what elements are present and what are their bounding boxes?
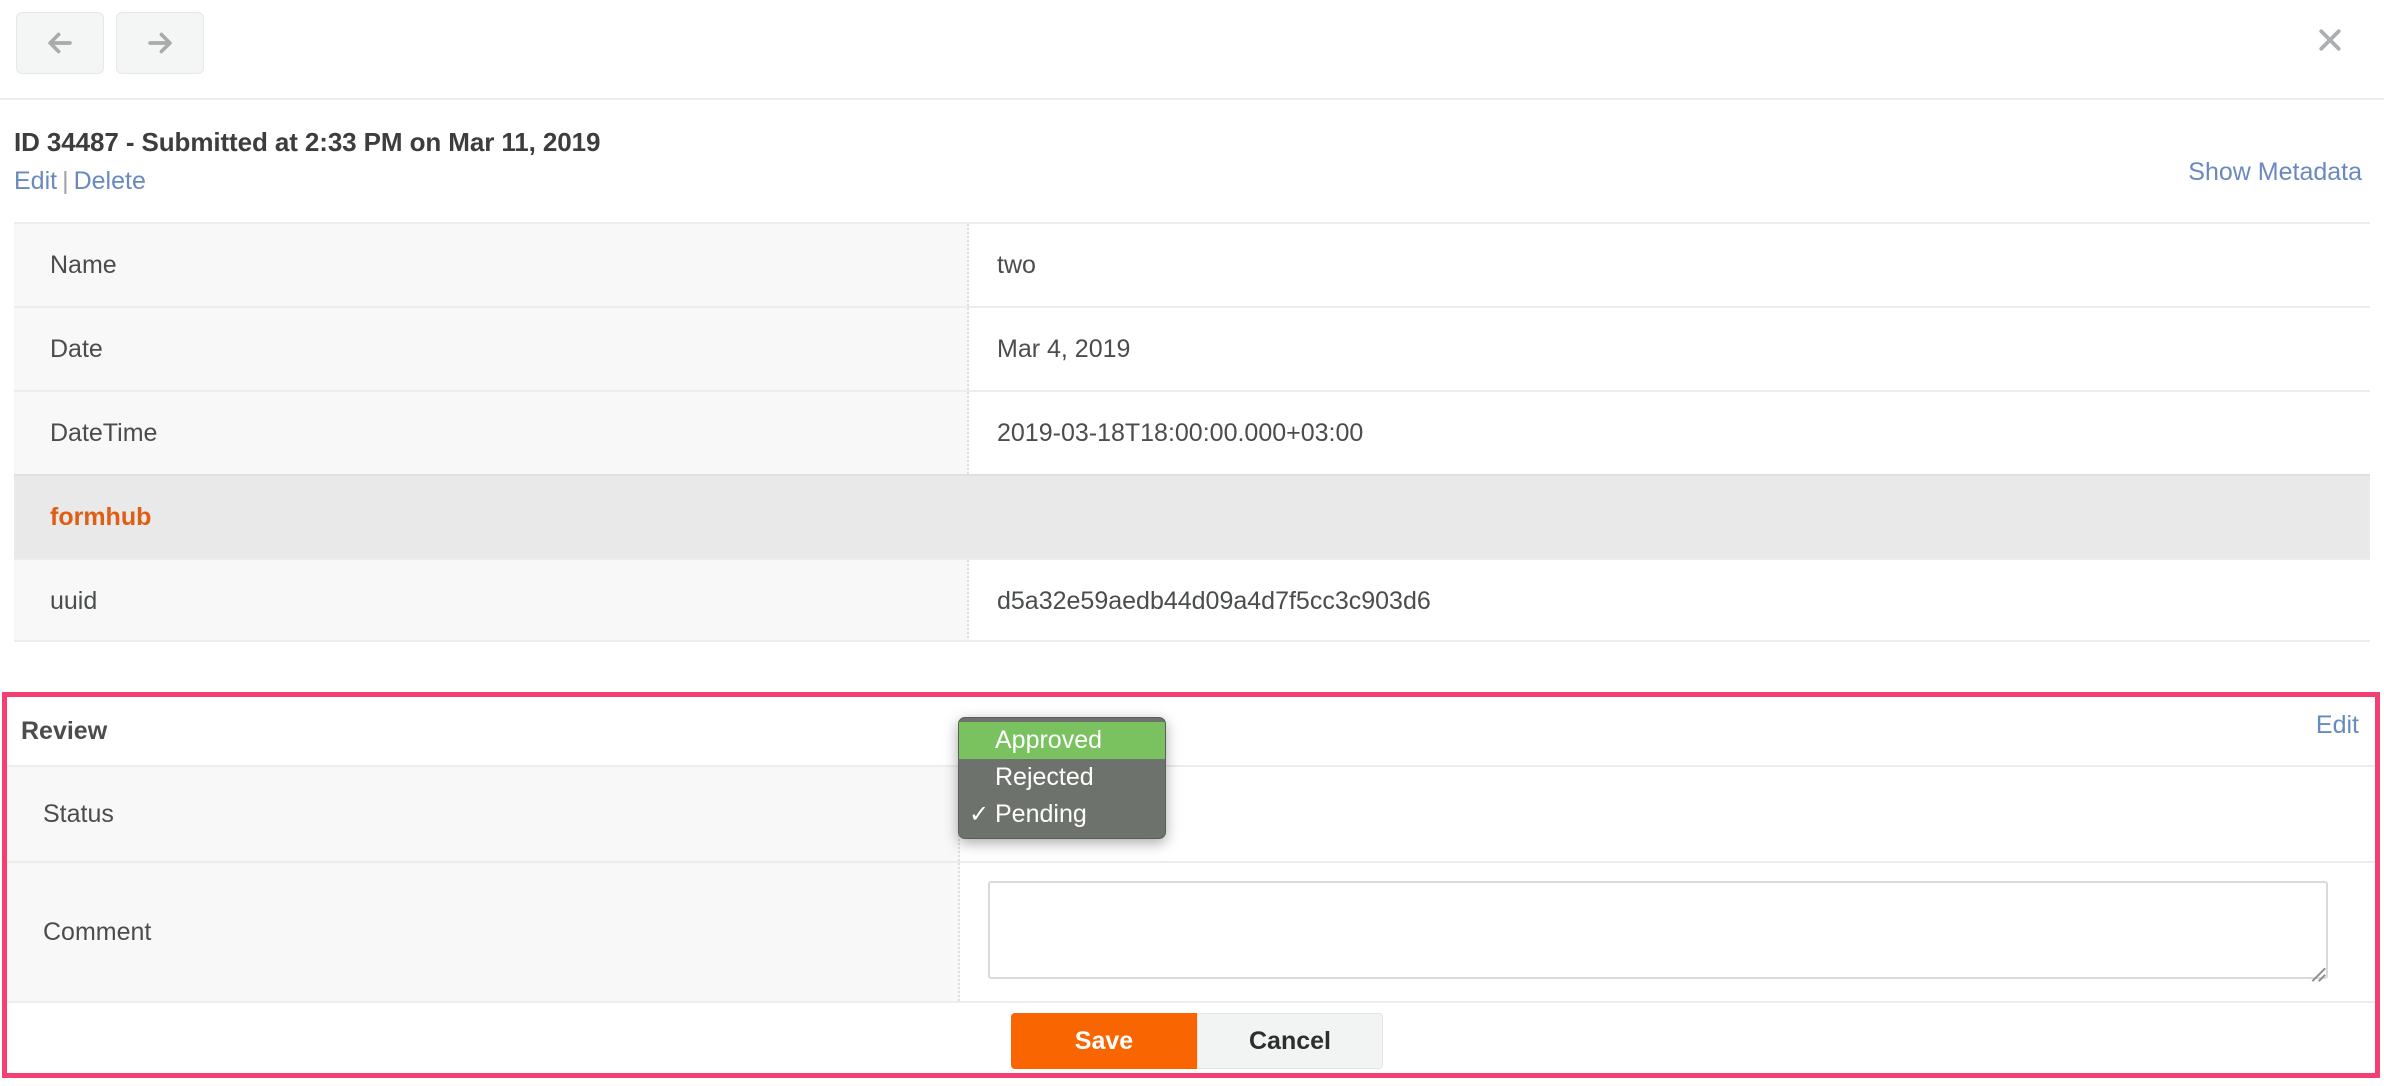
group-label: formhub — [14, 476, 2370, 558]
review-rows: Status Comment — [7, 765, 2375, 1001]
review-edit-link[interactable]: Edit — [2316, 711, 2359, 740]
close-icon — [2315, 25, 2345, 60]
table-row: uuid d5a32e59aedb44d09a4d7f5cc3c903d6 — [14, 558, 2370, 642]
status-value-cell[interactable] — [960, 767, 2375, 861]
status-option-rejected[interactable]: Rejected — [959, 759, 1165, 796]
show-metadata-link[interactable]: Show Metadata — [2188, 158, 2362, 187]
field-label: DateTime — [14, 392, 969, 474]
review-comment-row: Comment — [7, 861, 2375, 1001]
status-dropdown-menu[interactable]: Approved Rejected ✓ Pending — [958, 717, 1166, 839]
submission-detail-page: ID 34487 - Submitted at 2:33 PM on Mar 1… — [0, 0, 2384, 1086]
comment-value-cell — [960, 863, 2375, 1001]
table-group-row: formhub — [14, 474, 2370, 558]
field-value: two — [969, 224, 2370, 306]
field-value: d5a32e59aedb44d09a4d7f5cc3c903d6 — [969, 560, 2370, 642]
review-panel: Review Edit Status Comment Save Cancel — [2, 692, 2380, 1078]
option-label: Rejected — [995, 763, 1094, 791]
field-label: uuid — [14, 560, 969, 642]
field-label: Name — [14, 224, 969, 306]
edit-submission-link[interactable]: Edit — [14, 167, 57, 195]
review-title: Review — [21, 716, 108, 745]
review-action-bar: Save Cancel — [7, 1001, 2375, 1079]
arrow-left-icon — [43, 26, 77, 60]
status-option-pending[interactable]: ✓ Pending — [959, 796, 1165, 833]
arrow-right-icon — [143, 26, 177, 60]
table-row: Date Mar 4, 2019 — [14, 306, 2370, 390]
top-toolbar — [0, 0, 2384, 100]
table-bottom-divider — [14, 640, 2370, 642]
table-row: DateTime 2019-03-18T18:00:00.000+03:00 — [14, 390, 2370, 474]
field-value: 2019-03-18T18:00:00.000+03:00 — [969, 392, 2370, 474]
submission-header: ID 34487 - Submitted at 2:33 PM on Mar 1… — [0, 100, 2384, 197]
table-row: Name two — [14, 222, 2370, 306]
comment-input[interactable] — [988, 880, 2328, 979]
submission-data-table: Name two Date Mar 4, 2019 DateTime 2019-… — [14, 222, 2370, 642]
option-check-mark: ✓ — [969, 801, 990, 828]
cancel-button[interactable]: Cancel — [1197, 1013, 1383, 1069]
next-submission-button[interactable] — [116, 12, 204, 74]
previous-submission-button[interactable] — [16, 12, 104, 74]
field-value: Mar 4, 2019 — [969, 308, 2370, 390]
save-button[interactable]: Save — [1011, 1013, 1197, 1069]
field-label: Date — [14, 308, 969, 390]
status-option-approved[interactable]: Approved — [959, 722, 1165, 759]
option-label: Approved — [995, 726, 1103, 754]
review-status-row: Status — [7, 767, 2375, 861]
comment-label: Comment — [7, 863, 960, 1001]
submission-nav-buttons — [16, 12, 204, 74]
review-header: Review Edit — [7, 697, 2375, 765]
delete-submission-link[interactable]: Delete — [74, 167, 146, 195]
status-label: Status — [7, 767, 960, 861]
option-label: Pending — [995, 800, 1087, 828]
page-title: ID 34487 - Submitted at 2:33 PM on Mar 1… — [14, 127, 601, 157]
action-separator: | — [62, 166, 69, 195]
close-button[interactable] — [2306, 18, 2354, 66]
submission-actions: Edit | Delete — [14, 165, 2348, 198]
